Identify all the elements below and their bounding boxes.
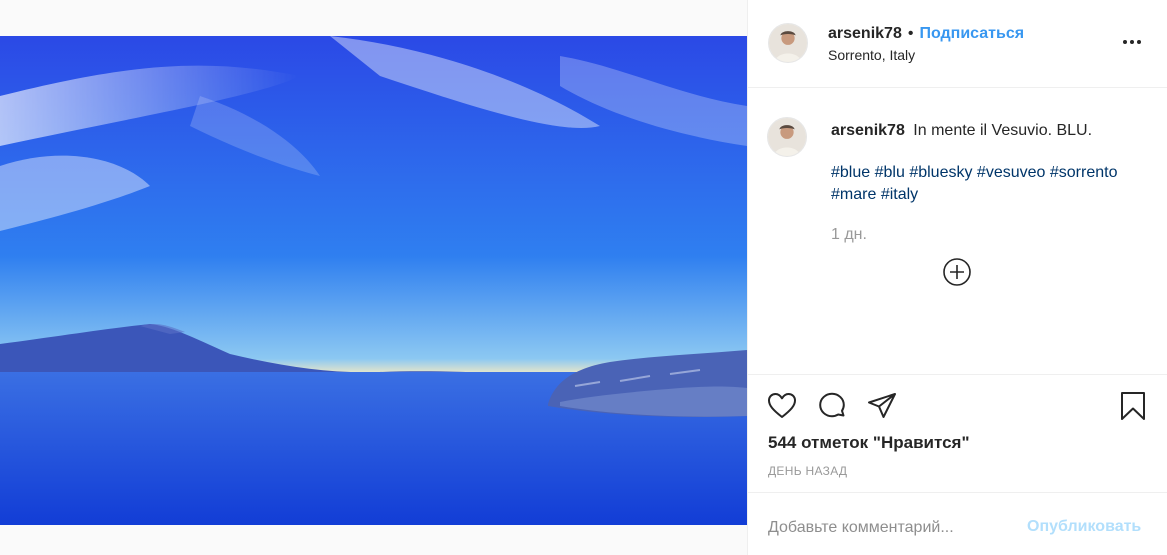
hashtag-link[interactable]: #blue bbox=[831, 164, 870, 181]
location-link[interactable]: Sorrento, Italy bbox=[828, 47, 915, 63]
comment-divider bbox=[748, 492, 1167, 493]
publish-button[interactable]: Опубликовать bbox=[1027, 518, 1141, 536]
plus-circle-icon[interactable] bbox=[942, 257, 972, 287]
hashtag-list: #blue #blu #bluesky #vesuveo #sorrento #… bbox=[831, 162, 1141, 206]
author-avatar[interactable] bbox=[768, 23, 808, 63]
header-line: arsenik78 • Подписаться bbox=[828, 25, 1024, 43]
follow-button[interactable]: Подписаться bbox=[919, 25, 1024, 42]
caption-body: In mente il Vesuvio. BLU. bbox=[913, 122, 1093, 139]
more-options-icon[interactable] bbox=[1117, 32, 1147, 52]
author-username[interactable]: arsenik78 bbox=[828, 25, 902, 42]
header-divider bbox=[748, 87, 1167, 88]
hashtag-link[interactable]: #bluesky bbox=[909, 164, 972, 181]
send-icon[interactable] bbox=[866, 390, 898, 422]
hashtag-link[interactable]: #blu bbox=[875, 164, 905, 181]
caption-time: 1 дн. bbox=[831, 226, 867, 243]
caption-text: arsenik78 In mente il Vesuvio. BLU. bbox=[831, 120, 1141, 142]
hashtag-link[interactable]: #sorrento bbox=[1050, 164, 1118, 181]
post-dialog: arsenik78 • Подписаться Sorrento, Italy ar… bbox=[0, 0, 1167, 555]
comments-divider bbox=[748, 374, 1167, 375]
post-photo[interactable] bbox=[0, 36, 747, 525]
hashtag-link[interactable]: #italy bbox=[881, 186, 918, 203]
comment-icon[interactable] bbox=[816, 390, 848, 422]
hashtag-link[interactable]: #mare bbox=[831, 186, 876, 203]
caption-username[interactable]: arsenik78 bbox=[831, 122, 905, 139]
posted-time[interactable]: ДЕНЬ НАЗАД bbox=[768, 464, 847, 478]
hashtag-link[interactable]: #vesuveo bbox=[977, 164, 1046, 181]
likes-count[interactable]: 544 отметок "Нравится" bbox=[768, 433, 970, 453]
bookmark-icon[interactable] bbox=[1117, 390, 1149, 422]
heart-icon[interactable] bbox=[766, 390, 798, 422]
post-sidebar: arsenik78 • Подписаться Sorrento, Italy ar… bbox=[748, 0, 1167, 555]
comment-input[interactable] bbox=[768, 514, 1018, 542]
caption-avatar[interactable] bbox=[767, 117, 807, 157]
photo-area bbox=[0, 0, 747, 555]
separator-dot: • bbox=[907, 25, 914, 42]
